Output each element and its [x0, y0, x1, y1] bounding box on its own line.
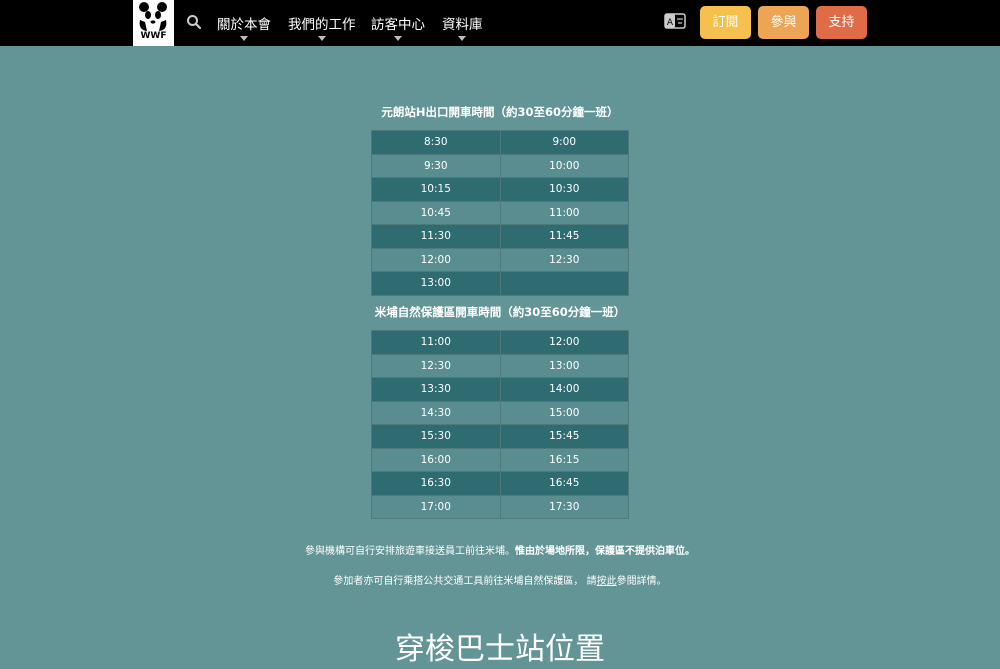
time-cell: 17:00 — [371, 494, 501, 519]
table-row: 17:00 17:30 — [371, 494, 629, 519]
language-icon: A — [664, 13, 686, 29]
chevron-down-icon — [317, 36, 326, 41]
search-button[interactable] — [186, 14, 202, 30]
time-cell: 9:30 — [371, 153, 501, 178]
time-cell: 13:00 — [499, 353, 629, 378]
time-cell: 14:30 — [371, 400, 501, 425]
time-cell: 16:15 — [499, 447, 629, 472]
table-row: 16:30 16:45 — [371, 471, 629, 496]
table-row: 12:30 13:00 — [371, 353, 629, 378]
table-row: 8:30 9:00 — [371, 130, 629, 155]
time-cell: 11:00 — [371, 330, 501, 355]
time-cell: 10:30 — [499, 177, 629, 202]
time-cell: 14:00 — [499, 377, 629, 402]
public-transport-note: 參加者亦可自行乘搭公共交通工具前往米埔自然保護區， 請按此參閱詳情。 — [0, 572, 1000, 587]
join-button[interactable]: 參與 — [758, 6, 809, 39]
time-cell: 10:15 — [371, 177, 501, 202]
transport-note: 參與機構可自行安排旅遊車接送員工前往米埔。惟由於場地所限，保護區不提供泊車位。 — [0, 542, 1000, 557]
time-cell: 12:30 — [371, 353, 501, 378]
time-cell: 15:30 — [371, 424, 501, 449]
time-cell: 15:00 — [499, 400, 629, 425]
table-row: 13:00 — [371, 271, 629, 296]
time-cell: 13:30 — [371, 377, 501, 402]
table-row: 15:30 15:45 — [371, 424, 629, 449]
time-cell: 11:00 — [499, 200, 629, 225]
time-cell: 11:30 — [371, 224, 501, 249]
note-text: 參加者亦可自行乘搭公共交通工具前往米埔自然保護區， 請 — [333, 576, 597, 587]
support-button[interactable]: 支持 — [816, 6, 867, 39]
search-icon — [187, 15, 202, 30]
table-row: 13:30 14:00 — [371, 377, 629, 402]
time-cell: 10:45 — [371, 200, 501, 225]
table-row: 9:30 10:00 — [371, 153, 629, 178]
time-cell: 12:00 — [499, 330, 629, 355]
time-cell: 10:00 — [499, 153, 629, 178]
logo-text: WWF — [140, 31, 167, 41]
time-cell: 17:30 — [499, 494, 629, 519]
time-cell: 9:00 — [499, 130, 629, 155]
nav-label: 我們的工作 — [288, 17, 356, 33]
chevron-down-icon — [240, 36, 248, 41]
section-heading-shuttle-location: 穿梭巴士站位置 — [395, 632, 605, 667]
note-bold-text: 惟由於場地所限，保護區不提供泊車位。 — [515, 546, 695, 557]
svg-text:A: A — [667, 18, 674, 28]
time-cell — [499, 271, 629, 296]
table-row: 10:45 11:00 — [371, 200, 629, 225]
note-text: 參閱詳情。 — [616, 576, 667, 587]
table-row: 12:00 12:30 — [371, 247, 629, 272]
time-cell: 16:00 — [371, 447, 501, 472]
wwf-logo[interactable]: WWF — [133, 0, 174, 46]
schedule-title-yuen-long: 元朗站H出口開車時間（約30至60分鐘一班） — [381, 105, 619, 119]
chevron-down-icon — [394, 36, 402, 41]
time-cell: 12:00 — [371, 247, 501, 272]
panda-icon — [139, 2, 167, 31]
time-cell: 15:45 — [499, 424, 629, 449]
time-cell: 16:45 — [499, 471, 629, 496]
nav-item-visitor-centre[interactable]: 訪客中心 — [371, 13, 425, 41]
table-row: 11:00 12:00 — [371, 330, 629, 355]
nav-label: 關於本會 — [217, 17, 271, 33]
language-switch-button[interactable]: A — [664, 13, 686, 29]
nav-label: 訪客中心 — [371, 17, 425, 33]
time-cell: 13:00 — [371, 271, 501, 296]
table-row: 14:30 15:00 — [371, 400, 629, 425]
nav-label: 資料庫 — [442, 17, 483, 33]
nav-item-about[interactable]: 關於本會 — [217, 13, 271, 41]
time-cell: 16:30 — [371, 471, 501, 496]
schedule-title-mai-po: 米埔自然保護區開車時間（約30至60分鐘一班） — [374, 305, 626, 319]
nav-item-library[interactable]: 資料庫 — [442, 13, 483, 41]
table-row: 11:30 11:45 — [371, 224, 629, 249]
note-text: 參與機構可自行安排旅遊車接送員工前往米埔。 — [305, 546, 515, 557]
chevron-down-icon — [458, 36, 467, 41]
nav-item-our-work[interactable]: 我們的工作 — [288, 13, 356, 41]
time-cell: 12:30 — [499, 247, 629, 272]
table-row: 10:15 10:30 — [371, 177, 629, 202]
subscribe-button[interactable]: 訂閱 — [700, 6, 751, 39]
schedule-table-yuen-long: 8:30 9:00 9:30 10:00 10:15 10:30 10:45 11:00… — [371, 130, 629, 296]
details-link[interactable]: 按此 — [597, 576, 617, 587]
time-cell: 8:30 — [371, 130, 501, 155]
table-row: 16:00 16:15 — [371, 447, 629, 472]
top-navigation-bar: WWF 關於本會 我們的工作 訪客中心 資料庫 A 訂閱 參與 支持 — [0, 0, 1000, 46]
time-cell: 11:45 — [499, 224, 629, 249]
schedule-table-mai-po: 11:00 12:00 12:30 13:00 13:30 14:00 14:30 15… — [371, 330, 629, 519]
